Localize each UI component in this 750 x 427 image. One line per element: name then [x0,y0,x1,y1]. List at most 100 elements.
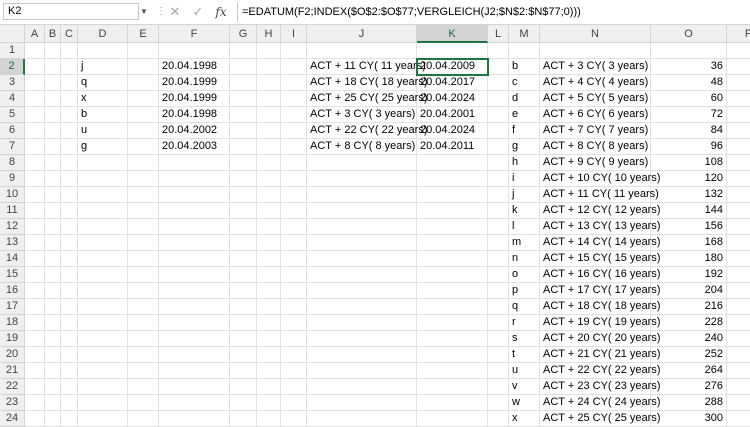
row-header-18[interactable]: 18 [0,315,25,331]
cell-n5[interactable]: ACT + 6 CY( 6 years) [540,107,651,123]
cell-h23[interactable] [257,395,281,411]
cell-o17[interactable]: 216 [651,299,727,315]
cell-i15[interactable] [281,267,307,283]
cell-a13[interactable] [25,235,45,251]
cell-f18[interactable] [159,315,230,331]
cell-i13[interactable] [281,235,307,251]
cell-g23[interactable] [230,395,257,411]
cell-j20[interactable] [307,347,417,363]
cell-e22[interactable] [128,379,159,395]
cell-i7[interactable] [281,139,307,155]
cell-a1[interactable] [25,43,45,59]
cell-k13[interactable] [417,235,488,251]
chevron-down-icon[interactable]: ▼ [140,3,150,20]
cell-f17[interactable] [159,299,230,315]
cell-c15[interactable] [61,267,78,283]
cell-o18[interactable]: 228 [651,315,727,331]
cell-k10[interactable] [417,187,488,203]
cell-l7[interactable] [488,139,509,155]
cell-k17[interactable] [417,299,488,315]
cell-c14[interactable] [61,251,78,267]
cell-i4[interactable] [281,91,307,107]
cell-a17[interactable] [25,299,45,315]
column-header-h[interactable]: H [257,25,281,43]
cell-k16[interactable] [417,283,488,299]
cell-m23[interactable]: w [509,395,540,411]
cell-o6[interactable]: 84 [651,123,727,139]
cell-o1[interactable] [651,43,727,59]
cell-e12[interactable] [128,219,159,235]
cell-d7[interactable]: g [78,139,128,155]
cell-i8[interactable] [281,155,307,171]
cell-g2[interactable] [230,59,257,75]
cell-h14[interactable] [257,251,281,267]
cell-i17[interactable] [281,299,307,315]
cell-p19[interactable] [727,331,750,347]
cell-i19[interactable] [281,331,307,347]
cell-e7[interactable] [128,139,159,155]
cell-c17[interactable] [61,299,78,315]
cell-a24[interactable] [25,411,45,427]
cell-e3[interactable] [128,75,159,91]
cell-n21[interactable]: ACT + 22 CY( 22 years) [540,363,660,379]
row-header-1[interactable]: 1 [0,43,25,59]
cell-h18[interactable] [257,315,281,331]
cell-g18[interactable] [230,315,257,331]
cell-e21[interactable] [128,363,159,379]
cell-g24[interactable] [230,411,257,427]
cell-m10[interactable]: j [509,187,540,203]
cell-k6[interactable]: 20.04.2024 [417,123,488,139]
column-header-l[interactable]: L [488,25,509,43]
cell-a4[interactable] [25,91,45,107]
cell-k3[interactable]: 20.04.2017 [417,75,488,91]
cell-d17[interactable] [78,299,128,315]
cell-h6[interactable] [257,123,281,139]
cell-g14[interactable] [230,251,257,267]
cell-a19[interactable] [25,331,45,347]
cell-d1[interactable] [78,43,128,59]
cell-g1[interactable] [230,43,257,59]
cell-c13[interactable] [61,235,78,251]
cell-g6[interactable] [230,123,257,139]
cell-b13[interactable] [45,235,61,251]
cell-o12[interactable]: 156 [651,219,727,235]
cell-p5[interactable] [727,107,750,123]
cell-i23[interactable] [281,395,307,411]
cell-h20[interactable] [257,347,281,363]
cell-g10[interactable] [230,187,257,203]
cell-d13[interactable] [78,235,128,251]
cell-e9[interactable] [128,171,159,187]
cell-k1[interactable] [417,43,488,59]
cell-b4[interactable] [45,91,61,107]
cell-k12[interactable] [417,219,488,235]
cell-j13[interactable] [307,235,417,251]
cell-b16[interactable] [45,283,61,299]
cell-f1[interactable] [159,43,230,59]
cell-b10[interactable] [45,187,61,203]
row-header-9[interactable]: 9 [0,171,25,187]
cell-j24[interactable] [307,411,417,427]
cell-l23[interactable] [488,395,509,411]
cell-c10[interactable] [61,187,78,203]
cell-b14[interactable] [45,251,61,267]
cell-o10[interactable]: 132 [651,187,727,203]
cell-e4[interactable] [128,91,159,107]
cell-h5[interactable] [257,107,281,123]
cell-j1[interactable] [307,43,417,59]
cell-m5[interactable]: e [509,107,540,123]
cell-j19[interactable] [307,331,417,347]
cell-a8[interactable] [25,155,45,171]
cell-m8[interactable]: h [509,155,540,171]
cell-m2[interactable]: b [509,59,540,75]
cell-i3[interactable] [281,75,307,91]
cell-j21[interactable] [307,363,417,379]
cell-p3[interactable] [727,75,750,91]
cell-g15[interactable] [230,267,257,283]
column-header-c[interactable]: C [61,25,78,43]
cell-e10[interactable] [128,187,159,203]
cell-b22[interactable] [45,379,61,395]
cell-l1[interactable] [488,43,509,59]
cell-n10[interactable]: ACT + 11 CY( 11 years) [540,187,659,203]
cell-a18[interactable] [25,315,45,331]
cell-b12[interactable] [45,219,61,235]
